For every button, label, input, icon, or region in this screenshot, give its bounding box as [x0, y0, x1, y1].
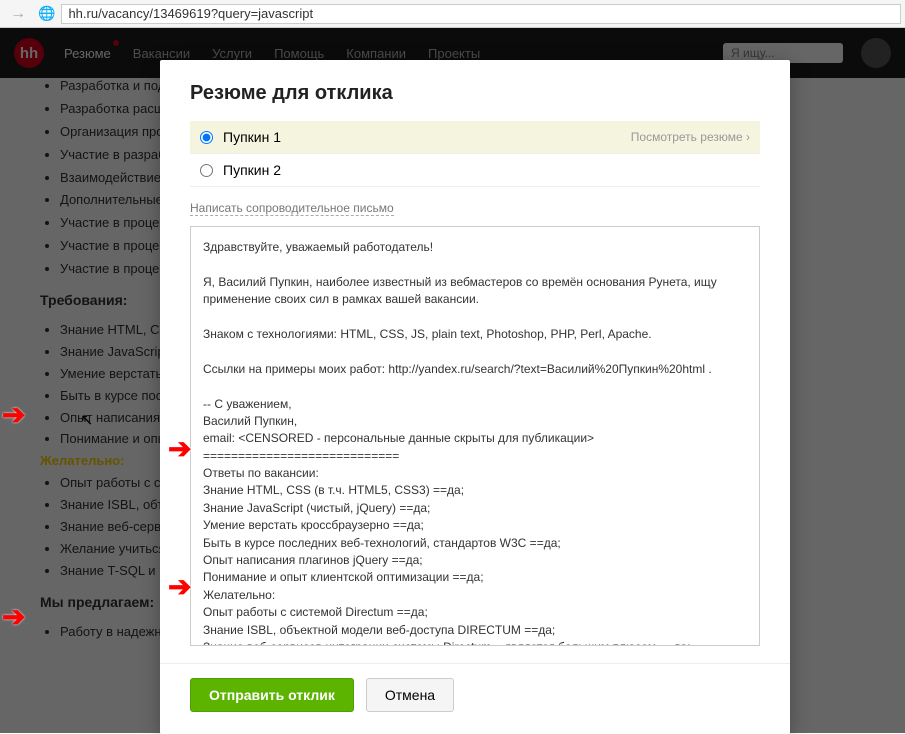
resume-option[interactable]: Пупкин 1 Посмотреть резюме [190, 121, 760, 154]
resume-option[interactable]: Пупкин 2 [190, 154, 760, 187]
back-arrow-icon[interactable]: → [4, 5, 32, 23]
browser-toolbar: → 🌐 hh.ru/vacancy/13469619?query=javascr… [0, 0, 905, 28]
view-resume-link[interactable]: Посмотреть резюме [631, 130, 750, 144]
resume-name: Пупкин 2 [223, 162, 281, 178]
modal-title: Резюме для отклика [190, 82, 760, 105]
url-input[interactable]: hh.ru/vacancy/13469619?query=javascript [61, 4, 901, 24]
apply-modal: Резюме для отклика Пупкин 1 Посмотреть ре… [160, 60, 790, 734]
resume-radio[interactable] [200, 164, 213, 177]
globe-icon: 🌐 [36, 5, 57, 22]
modal-footer: Отправить отклик Отмена [160, 663, 790, 712]
cover-letter-toggle[interactable]: Написать сопроводительное письмо [190, 201, 394, 216]
submit-button[interactable]: Отправить отклик [190, 678, 354, 712]
resume-radio[interactable] [200, 131, 213, 144]
cancel-button[interactable]: Отмена [366, 678, 454, 712]
cover-letter-textarea[interactable] [190, 226, 760, 646]
resume-name: Пупкин 1 [223, 129, 281, 145]
